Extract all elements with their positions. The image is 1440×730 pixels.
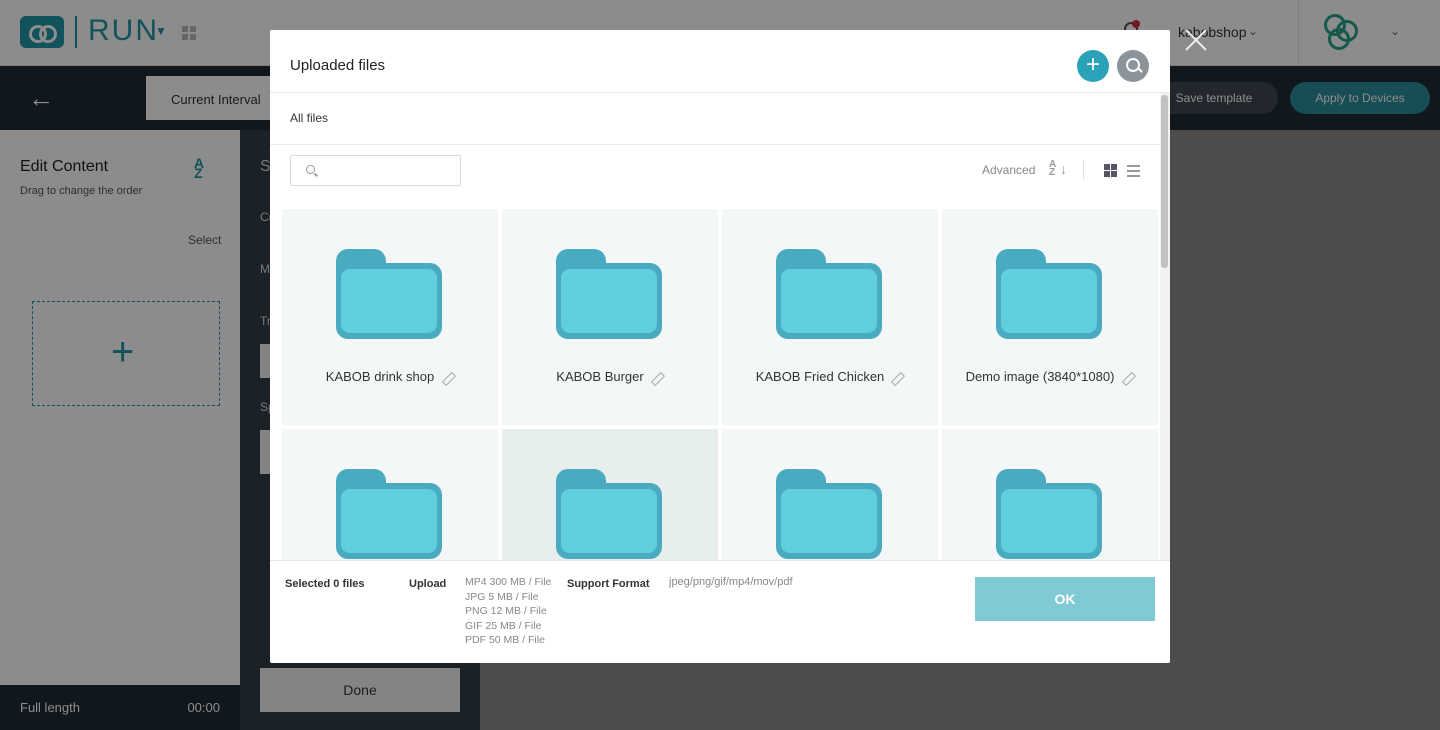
search-icon[interactable] — [1117, 50, 1149, 82]
pencil-icon[interactable] — [442, 373, 453, 384]
dialog-footer: Selected 0 files Upload MP4 300 MB / Fil… — [270, 560, 1170, 663]
search-input[interactable] — [290, 155, 461, 186]
limit-pdf: PDF 50 MB / File — [465, 634, 545, 646]
breadcrumb-all-files[interactable]: All files — [290, 111, 328, 125]
list-view-icon[interactable] — [1127, 164, 1140, 177]
pencil-icon[interactable] — [651, 373, 662, 384]
pencil-icon[interactable] — [1122, 373, 1133, 384]
grid-view-icon[interactable] — [1104, 164, 1117, 177]
upload-label: Upload — [409, 578, 447, 590]
limit-png: PNG 12 MB / File — [465, 605, 547, 617]
support-format-label: Support Format — [567, 578, 650, 590]
file-grid: KABOB drink shop KABOB Burger KABOB Frie… — [282, 209, 1158, 560]
limit-jpg: JPG 5 MB / File — [465, 590, 539, 603]
sort-az-icon[interactable]: AZ — [1049, 160, 1056, 178]
folder-tile[interactable]: Demo image (3840*1080) — [942, 209, 1158, 425]
plus-icon: + — [1085, 51, 1100, 78]
dialog-header: Uploaded files + — [270, 30, 1170, 93]
dialog-title: Uploaded files — [290, 57, 386, 74]
folder-tile[interactable] — [502, 429, 718, 560]
folder-tile[interactable] — [282, 429, 498, 560]
folder-icon — [556, 469, 662, 559]
folder-icon — [776, 469, 882, 559]
folder-tile[interactable] — [722, 429, 938, 560]
selected-count: Selected 0 files — [285, 578, 365, 590]
uploaded-files-dialog: Uploaded files + All files Advanced AZ ↓… — [270, 30, 1170, 663]
folder-icon — [996, 469, 1102, 559]
folder-name: KABOB Fried Chicken — [755, 369, 885, 384]
folder-tile[interactable]: KABOB drink shop — [282, 209, 498, 425]
folder-tile[interactable]: KABOB Fried Chicken — [722, 209, 938, 425]
support-format-value: jpeg/png/gif/mp4/mov/pdf — [669, 576, 793, 588]
folder-icon — [776, 249, 882, 339]
folder-name: Demo image (3840*1080) — [965, 369, 1115, 384]
upload-limits: MP4 300 MB / File JPG 5 MB / File PNG 12… — [465, 575, 551, 648]
add-file-button[interactable]: + — [1077, 50, 1109, 82]
limit-mp4: MP4 300 MB / File — [465, 576, 552, 588]
folder-icon — [336, 469, 442, 559]
breadcrumb: All files — [270, 93, 1160, 145]
folder-icon — [556, 249, 662, 339]
close-icon[interactable] — [1182, 26, 1210, 54]
pencil-icon[interactable] — [891, 373, 902, 384]
sort-arrow-icon[interactable]: ↓ — [1060, 161, 1067, 177]
divider — [1083, 160, 1084, 180]
scrollbar[interactable] — [1160, 93, 1170, 560]
folder-name: KABOB Burger — [556, 369, 644, 384]
folder-tile[interactable] — [942, 429, 1158, 560]
folder-tile[interactable]: KABOB Burger — [502, 209, 718, 425]
folder-icon — [336, 249, 442, 339]
search-icon — [306, 165, 315, 174]
limit-gif: GIF 25 MB / File — [465, 619, 542, 632]
ok-button[interactable]: OK — [975, 577, 1155, 621]
advanced-filter-link[interactable]: Advanced — [982, 163, 1035, 177]
folder-icon — [996, 249, 1102, 339]
scroll-thumb[interactable] — [1161, 95, 1168, 268]
